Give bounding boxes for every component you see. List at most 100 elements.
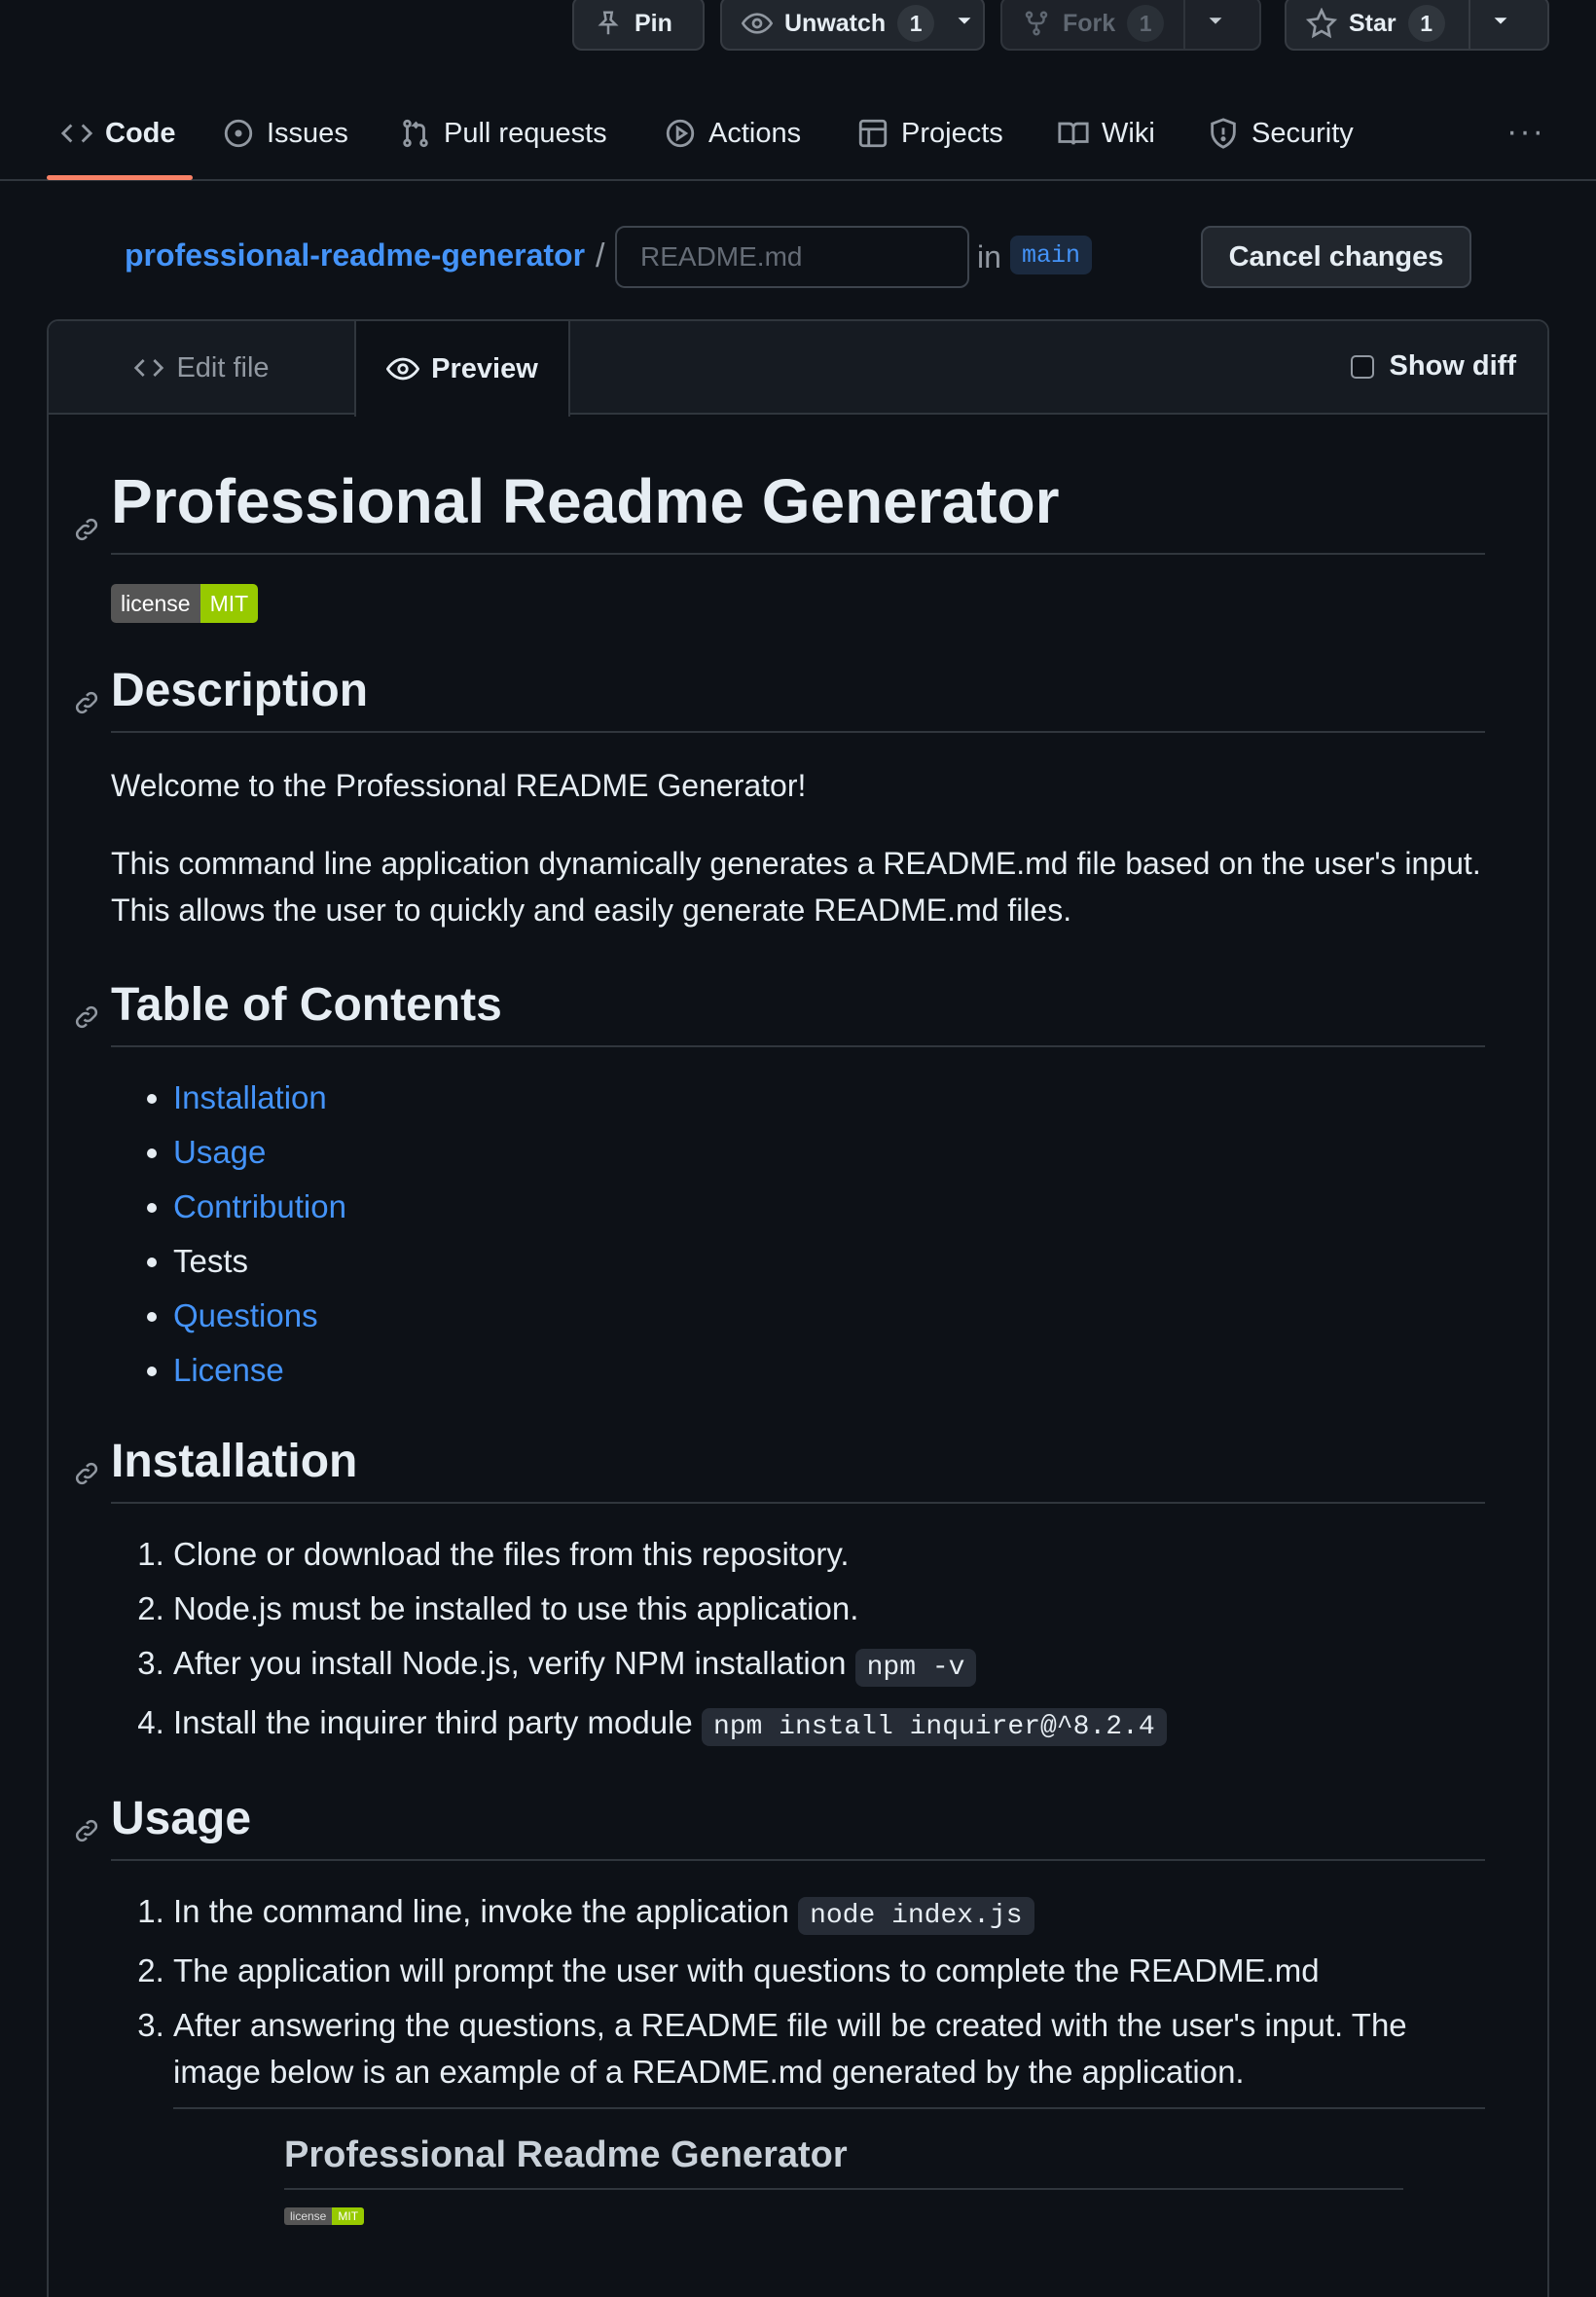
list-item: The application will prompt the user wit… — [173, 1944, 1485, 1998]
tab-label: Issues — [267, 117, 348, 149]
link-icon[interactable] — [72, 992, 101, 1029]
fork-dropdown-button[interactable] — [1183, 0, 1246, 49]
toc-link-contribution[interactable]: Contribution — [173, 1188, 346, 1224]
toc-link-questions[interactable]: Questions — [173, 1297, 318, 1333]
book-icon — [1057, 117, 1090, 150]
fork-icon — [1022, 9, 1051, 38]
repo-link[interactable]: professional-readme-generator — [125, 237, 585, 273]
fork-button[interactable]: Fork 1 — [1002, 0, 1183, 49]
description-paragraph: This command line application dynamicall… — [111, 846, 1481, 929]
inline-code: npm -v — [854, 1648, 977, 1687]
active-tab-indicator — [47, 175, 193, 180]
more-tabs-button[interactable]: ··· — [1506, 113, 1545, 151]
tab-actions[interactable]: Actions — [664, 109, 801, 158]
unwatch-label: Unwatch — [784, 9, 887, 37]
link-icon[interactable] — [72, 489, 101, 541]
heading-text: Description — [111, 665, 369, 717]
eye-icon — [386, 352, 420, 385]
readme-title-heading: Professional Readme Generator — [75, 466, 1485, 556]
pin-icon — [594, 9, 623, 38]
tab-label: Projects — [901, 117, 1003, 149]
step-text: Clone or download the files from this re… — [173, 1535, 850, 1572]
embedded-title: Professional Readme Generator — [284, 2134, 1403, 2190]
table-icon — [856, 117, 889, 150]
list-item: Node.js must be installed to use this ap… — [173, 1582, 1485, 1636]
installation-steps: Clone or download the files from this re… — [111, 1527, 1485, 1755]
tab-issues[interactable]: Issues — [222, 109, 348, 158]
pin-label: Pin — [635, 9, 672, 37]
embedded-license-badge: license MIT — [284, 2206, 365, 2225]
usage-steps: In the command line, invoke the applicat… — [111, 1884, 1485, 2096]
tab-code[interactable]: Code — [60, 109, 176, 158]
play-icon — [664, 117, 697, 150]
badge-label: license — [111, 584, 200, 624]
toc-link-license[interactable]: License — [173, 1352, 284, 1388]
list-item: In the command line, invoke the applicat… — [173, 1884, 1485, 1944]
unwatch-button[interactable]: Unwatch 1 — [722, 0, 948, 49]
in-label: in — [977, 239, 1001, 274]
list-item: Usage — [173, 1125, 1485, 1180]
badge-value: MIT — [332, 2206, 365, 2225]
eye-icon — [742, 8, 773, 39]
list-item: Clone or download the files from this re… — [173, 1527, 1485, 1582]
star-button-group: Star 1 — [1285, 0, 1549, 51]
tab-wiki[interactable]: Wiki — [1057, 109, 1155, 158]
unwatch-dropdown-button[interactable] — [948, 0, 993, 49]
badge-value: MIT — [200, 584, 259, 624]
tab-projects[interactable]: Projects — [856, 109, 1003, 158]
list-item: After you install Node.js, verify NPM in… — [173, 1636, 1485, 1695]
tab-preview[interactable]: Preview — [354, 321, 570, 417]
fork-button-group: Fork 1 — [1000, 0, 1261, 51]
file-editor: Edit file Preview Show diff Professional… — [47, 319, 1549, 2297]
link-icon[interactable] — [72, 1805, 101, 1841]
star-count: 1 — [1407, 5, 1445, 42]
shield-icon — [1207, 117, 1240, 150]
link-icon[interactable] — [72, 1448, 101, 1485]
step-text: Install the inquirer third party module — [173, 1703, 693, 1740]
toc-list: Installation Usage Contribution Tests Qu… — [111, 1071, 1485, 1398]
toc-heading: Table of Contents — [75, 979, 1485, 1047]
cancel-changes-button[interactable]: Cancel changes — [1201, 226, 1471, 288]
fork-label: Fork — [1063, 9, 1116, 37]
unwatch-button-group: Unwatch 1 — [720, 0, 985, 51]
step-text: The application will prompt the user wit… — [173, 1951, 1320, 1988]
list-item: Tests — [173, 1234, 1485, 1289]
pin-button-content: Pin — [574, 0, 692, 49]
toc-link-usage[interactable]: Usage — [173, 1134, 266, 1170]
example-readme-image: Professional Readme Generator license MI… — [173, 2106, 1485, 2225]
tab-label: Code — [105, 117, 176, 149]
tab-label: Actions — [708, 117, 802, 149]
tab-label: Pull requests — [444, 117, 607, 149]
tab-pull-requests[interactable]: Pull requests — [399, 109, 607, 158]
star-label: Star — [1349, 9, 1396, 37]
tab-security[interactable]: Security — [1207, 109, 1354, 158]
caret-down-icon — [1205, 10, 1226, 38]
star-button[interactable]: Star 1 — [1287, 0, 1469, 49]
list-item: Questions — [173, 1289, 1485, 1343]
filename-input[interactable] — [615, 226, 969, 288]
step-text: After you install Node.js, verify NPM in… — [173, 1644, 847, 1681]
inline-code: node index.js — [798, 1896, 1034, 1935]
show-diff-toggle[interactable]: Show diff — [1350, 350, 1516, 383]
readme-title: Professional Readme Generator — [111, 466, 1060, 536]
description-heading: Description — [75, 665, 1485, 734]
editor-tabs: Edit file Preview Show diff — [49, 321, 1547, 417]
show-diff-label: Show diff — [1389, 350, 1516, 382]
list-item: Installation — [173, 1071, 1485, 1125]
toc-link-installation[interactable]: Installation — [173, 1079, 327, 1115]
list-item: License — [173, 1343, 1485, 1398]
pull-request-icon — [399, 117, 432, 150]
tab-label: Edit file — [176, 351, 270, 383]
star-dropdown-button[interactable] — [1468, 0, 1531, 49]
tab-edit-file[interactable]: Edit file — [49, 321, 354, 415]
tab-label: Preview — [431, 352, 538, 384]
link-icon[interactable] — [72, 677, 101, 714]
star-icon — [1306, 8, 1337, 39]
tab-label: Wiki — [1102, 117, 1155, 149]
caret-down-icon — [954, 10, 975, 38]
show-diff-checkbox[interactable] — [1350, 354, 1374, 379]
description-paragraph: Welcome to the Professional README Gener… — [111, 768, 807, 804]
inline-code: npm install inquirer@^8.2.4 — [701, 1707, 1167, 1746]
repo-nav: Code Issues Pull requests Actions Projec… — [0, 97, 1596, 181]
pin-button[interactable]: Pin — [572, 0, 705, 51]
